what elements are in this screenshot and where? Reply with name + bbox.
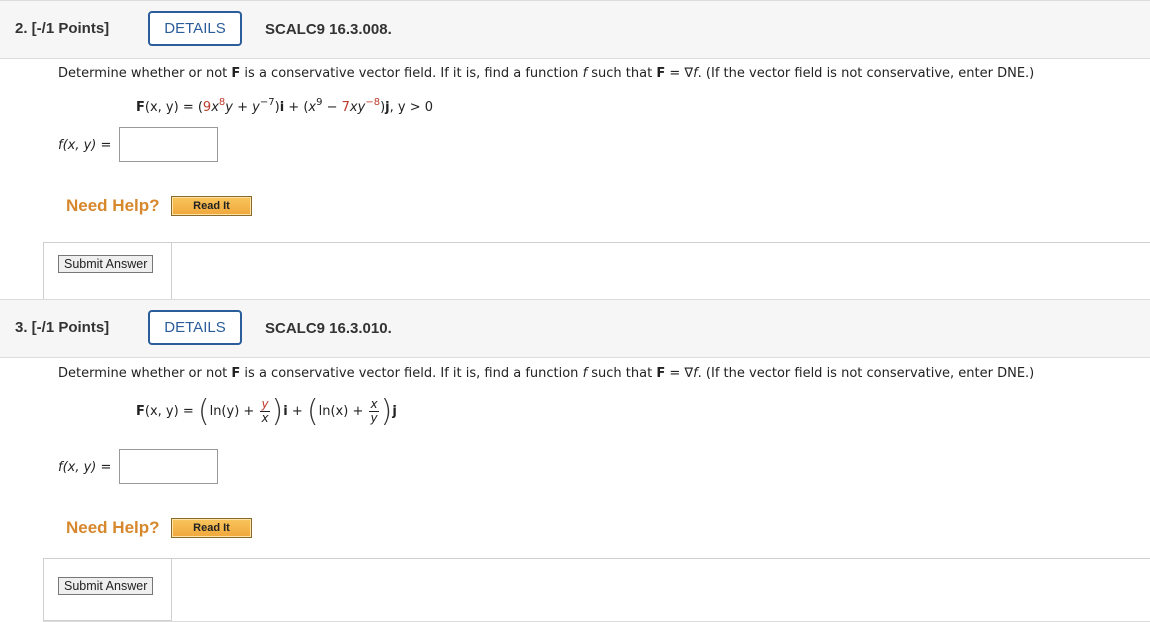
question-2-need-help: Need Help? — [66, 196, 160, 215]
question-2-submit-frame — [43, 242, 1150, 305]
question-2-f-label: f(x, y) = — [58, 138, 112, 153]
question-3-submit-frame — [43, 558, 1150, 621]
question-2-code: SCALC9 16.3.008. — [265, 21, 392, 38]
question-3-details-button[interactable]: DETAILS — [148, 310, 242, 345]
question-3-prompt: Determine whether or not F is a conserva… — [58, 366, 1035, 381]
question-2-answer-input[interactable] — [119, 127, 218, 162]
question-2-prompt: Determine whether or not F is a conserva… — [58, 66, 1035, 81]
question-3-need-help: Need Help? — [66, 518, 160, 537]
question-3-header: 3. [-/1 Points] DETAILS SCALC9 16.3.010. — [0, 299, 1150, 358]
question-2-number: 2. [-/1 Points] — [15, 20, 110, 37]
question-3-read-it-button[interactable]: Read It — [171, 518, 252, 538]
question-3-equation: F(x, y) = (ln(y) + y x)i + (ln(x) + x y)j — [136, 394, 397, 429]
question-3-f-label: f(x, y) = — [58, 460, 112, 475]
question-2-equation: F(x, y) = (9x8y + y−7)i + (x9 − 7xy−8)j,… — [136, 97, 433, 116]
question-3-number: 3. [-/1 Points] — [15, 319, 110, 336]
question-3-submit-button[interactable]: Submit Answer — [58, 577, 154, 595]
question-2-header: 2. [-/1 Points] DETAILS SCALC9 16.3.008. — [0, 0, 1150, 59]
question-3-answer-input[interactable] — [119, 449, 218, 484]
question-2-read-it-button[interactable]: Read It — [171, 196, 252, 216]
question-2-details-button[interactable]: DETAILS — [148, 11, 242, 46]
question-3-code: SCALC9 16.3.010. — [265, 320, 392, 337]
question-2-submit-button[interactable]: Submit Answer — [58, 255, 154, 273]
